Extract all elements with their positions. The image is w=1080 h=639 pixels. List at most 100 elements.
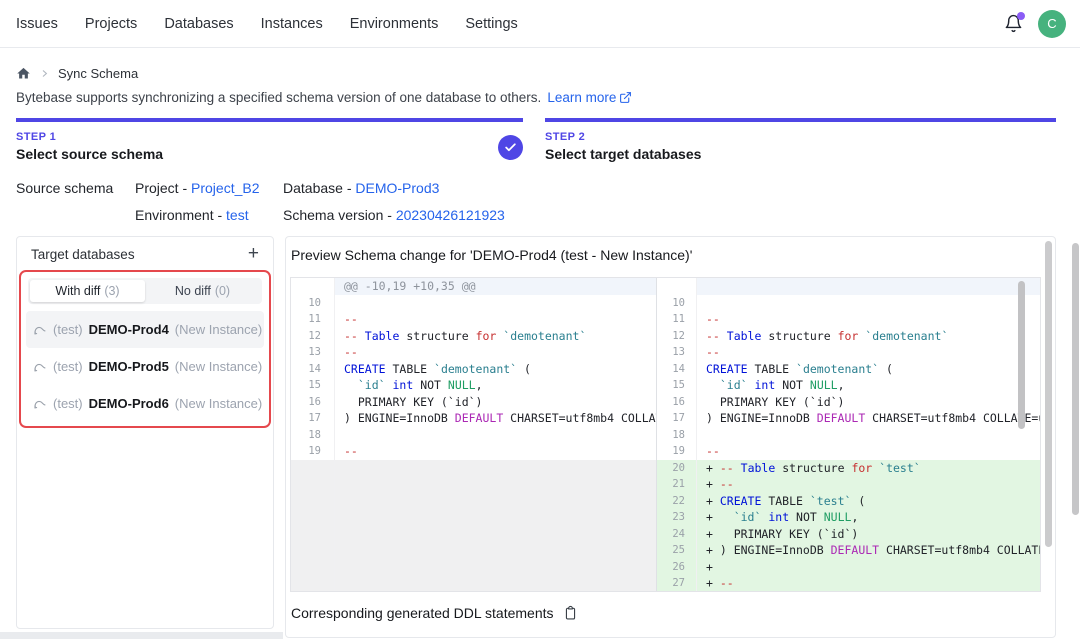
diff-row: 12-- Table structure for `demotenant` xyxy=(291,328,656,345)
nav-right: C xyxy=(1003,10,1066,38)
diff-row xyxy=(291,575,656,591)
source-schema-fields: Project - Project_B2Database - DEMO-Prod… xyxy=(135,180,505,223)
top-nav: Issues Projects Databases Instances Environm… xyxy=(0,0,1080,48)
diff-row: 17) ENGINE=InnoDB DEFAULT CHARSET=utf8mb… xyxy=(657,410,1040,427)
learn-more-link[interactable]: Learn more xyxy=(547,90,632,105)
diff-row: 27+ -- xyxy=(657,575,1040,591)
ddl-title: Corresponding generated DDL statements xyxy=(291,605,554,621)
mysql-icon xyxy=(32,396,47,411)
ddl-section-header: Corresponding generated DDL statements xyxy=(290,605,1051,621)
diff-row: 19-- xyxy=(657,443,1040,460)
diff-row: @@ -10,19 +10,35 @@ xyxy=(291,278,656,295)
schema-preview-panel: Preview Schema change for 'DEMO-Prod4 (t… xyxy=(285,236,1056,638)
chevron-right-icon xyxy=(40,69,49,78)
diff-row xyxy=(291,476,656,493)
bottom-strip xyxy=(0,632,283,639)
avatar[interactable]: C xyxy=(1038,10,1066,38)
diff-row: 24+ PRIMARY KEY (`id`) xyxy=(657,526,1040,543)
breadcrumb: Sync Schema xyxy=(16,64,1056,82)
nav-item-projects[interactable]: Projects xyxy=(85,16,137,32)
nav-item-instances[interactable]: Instances xyxy=(261,16,323,32)
tab-no-diff[interactable]: No diff(0) xyxy=(145,280,260,302)
database-item-demo-prod6[interactable]: (test)DEMO-Prod6(New Instance) xyxy=(26,385,264,422)
step-1[interactable]: STEP 1 Select source schema xyxy=(16,118,523,162)
diff-row xyxy=(291,526,656,543)
source-field-value-link[interactable]: 20230426121923 xyxy=(396,207,505,223)
sync-schema-page: Issues Projects Databases Instances Environm… xyxy=(0,0,1080,639)
page-content: Sync Schema Bytebase supports synchroniz… xyxy=(0,48,1080,638)
step-2[interactable]: STEP 2 Select target databases xyxy=(545,118,1056,162)
diff-row: 10 xyxy=(291,295,656,312)
tab-with-diff[interactable]: With diff(3) xyxy=(30,280,145,302)
step-2-title: Select target databases xyxy=(545,146,1056,162)
nav-item-databases[interactable]: Databases xyxy=(164,16,233,32)
diff-row: 21+ -- xyxy=(657,476,1040,493)
step-2-bar xyxy=(545,118,1056,122)
breadcrumb-current: Sync Schema xyxy=(58,66,138,81)
schema-diff-editor[interactable]: @@ -10,19 +10,35 @@1011--12-- Table stru… xyxy=(290,277,1041,592)
diff-modified-pane: 1011--12-- Table structure for `demotena… xyxy=(657,278,1040,591)
diff-row: 13-- xyxy=(291,344,656,361)
target-database-list: (test)DEMO-Prod4(New Instance)(test)DEMO… xyxy=(26,311,264,422)
nav-item-settings[interactable]: Settings xyxy=(465,16,517,32)
diff-row: 10 xyxy=(657,295,1040,312)
step-1-check-icon xyxy=(498,135,523,160)
step-indicator: STEP 1 Select source schema STEP 2 Selec… xyxy=(16,118,1056,162)
source-field-value-link[interactable]: DEMO-Prod3 xyxy=(355,180,439,196)
step-1-bar xyxy=(16,118,523,122)
editor-scrollbar-thumb[interactable] xyxy=(1018,281,1025,429)
diff-row: 14CREATE TABLE `demotenant` ( xyxy=(291,361,656,378)
source-field-value-link[interactable]: Project_B2 xyxy=(191,180,259,196)
target-panel-header: Target databases + xyxy=(17,237,273,269)
notification-bell-icon[interactable] xyxy=(1003,14,1023,34)
source-field-schema-version: Schema version - 20230426121923 xyxy=(283,207,505,223)
nav-item-environments[interactable]: Environments xyxy=(350,16,439,32)
mysql-icon xyxy=(32,322,47,337)
diff-row xyxy=(291,542,656,559)
diff-row: 22+ CREATE TABLE `test` ( xyxy=(657,493,1040,510)
diff-row: 17) ENGINE=InnoDB DEFAULT CHARSET=utf8mb… xyxy=(291,410,656,427)
add-target-database-button[interactable]: + xyxy=(246,246,261,262)
diff-row: 18 xyxy=(291,427,656,444)
diff-row: 13-- xyxy=(657,344,1040,361)
target-highlight-box: With diff(3)No diff(0) (test)DEMO-Prod4(… xyxy=(19,270,271,428)
diff-row: 20+ -- Table structure for `test` xyxy=(657,460,1040,477)
diff-row xyxy=(291,493,656,510)
diff-original-pane: @@ -10,19 +10,35 @@1011--12-- Table stru… xyxy=(291,278,657,591)
diff-row: 15 `id` int NOT NULL, xyxy=(657,377,1040,394)
source-field-value-link[interactable]: test xyxy=(226,207,249,223)
preview-title: Preview Schema change for 'DEMO-Prod4 (t… xyxy=(290,247,1051,263)
mysql-icon xyxy=(32,359,47,374)
target-panel-title: Target databases xyxy=(31,247,135,262)
external-link-icon xyxy=(619,91,632,104)
database-item-demo-prod4[interactable]: (test)DEMO-Prod4(New Instance) xyxy=(26,311,264,348)
panel-scrollbar-thumb[interactable] xyxy=(1045,241,1052,547)
diff-row: 15 `id` int NOT NULL, xyxy=(291,377,656,394)
diff-row: 25+ ) ENGINE=InnoDB DEFAULT CHARSET=utf8… xyxy=(657,542,1040,559)
page-scrollbar[interactable] xyxy=(1072,0,1080,639)
diff-row: 16 PRIMARY KEY (`id`) xyxy=(291,394,656,411)
step-1-title: Select source schema xyxy=(16,146,523,162)
diff-row: 23+ `id` int NOT NULL, xyxy=(657,509,1040,526)
diff-row: 19-- xyxy=(291,443,656,460)
diff-row: 16 PRIMARY KEY (`id`) xyxy=(657,394,1040,411)
diff-row: 11-- xyxy=(291,311,656,328)
notification-dot xyxy=(1017,12,1025,20)
source-field-database: Database - DEMO-Prod3 xyxy=(283,180,505,196)
target-databases-panel: Target databases + With diff(3)No diff(0… xyxy=(16,236,274,629)
diff-row xyxy=(291,509,656,526)
nav-menu: Issues Projects Databases Instances Environm… xyxy=(16,16,518,32)
database-item-demo-prod5[interactable]: (test)DEMO-Prod5(New Instance) xyxy=(26,348,264,385)
main-area: Target databases + With diff(3)No diff(0… xyxy=(16,236,1056,638)
intro-text: Bytebase supports synchronizing a specif… xyxy=(16,90,1056,105)
page-scrollbar-thumb[interactable] xyxy=(1072,243,1079,515)
diff-row xyxy=(657,278,1040,295)
copy-ddl-icon[interactable] xyxy=(563,605,578,621)
diff-row xyxy=(291,460,656,477)
step-1-label: STEP 1 xyxy=(16,131,523,143)
nav-item-issues[interactable]: Issues xyxy=(16,16,58,32)
diff-row: 11-- xyxy=(657,311,1040,328)
source-field-project: Project - Project_B2 xyxy=(135,180,283,196)
step-2-label: STEP 2 xyxy=(545,131,1056,143)
home-icon[interactable] xyxy=(16,66,31,81)
